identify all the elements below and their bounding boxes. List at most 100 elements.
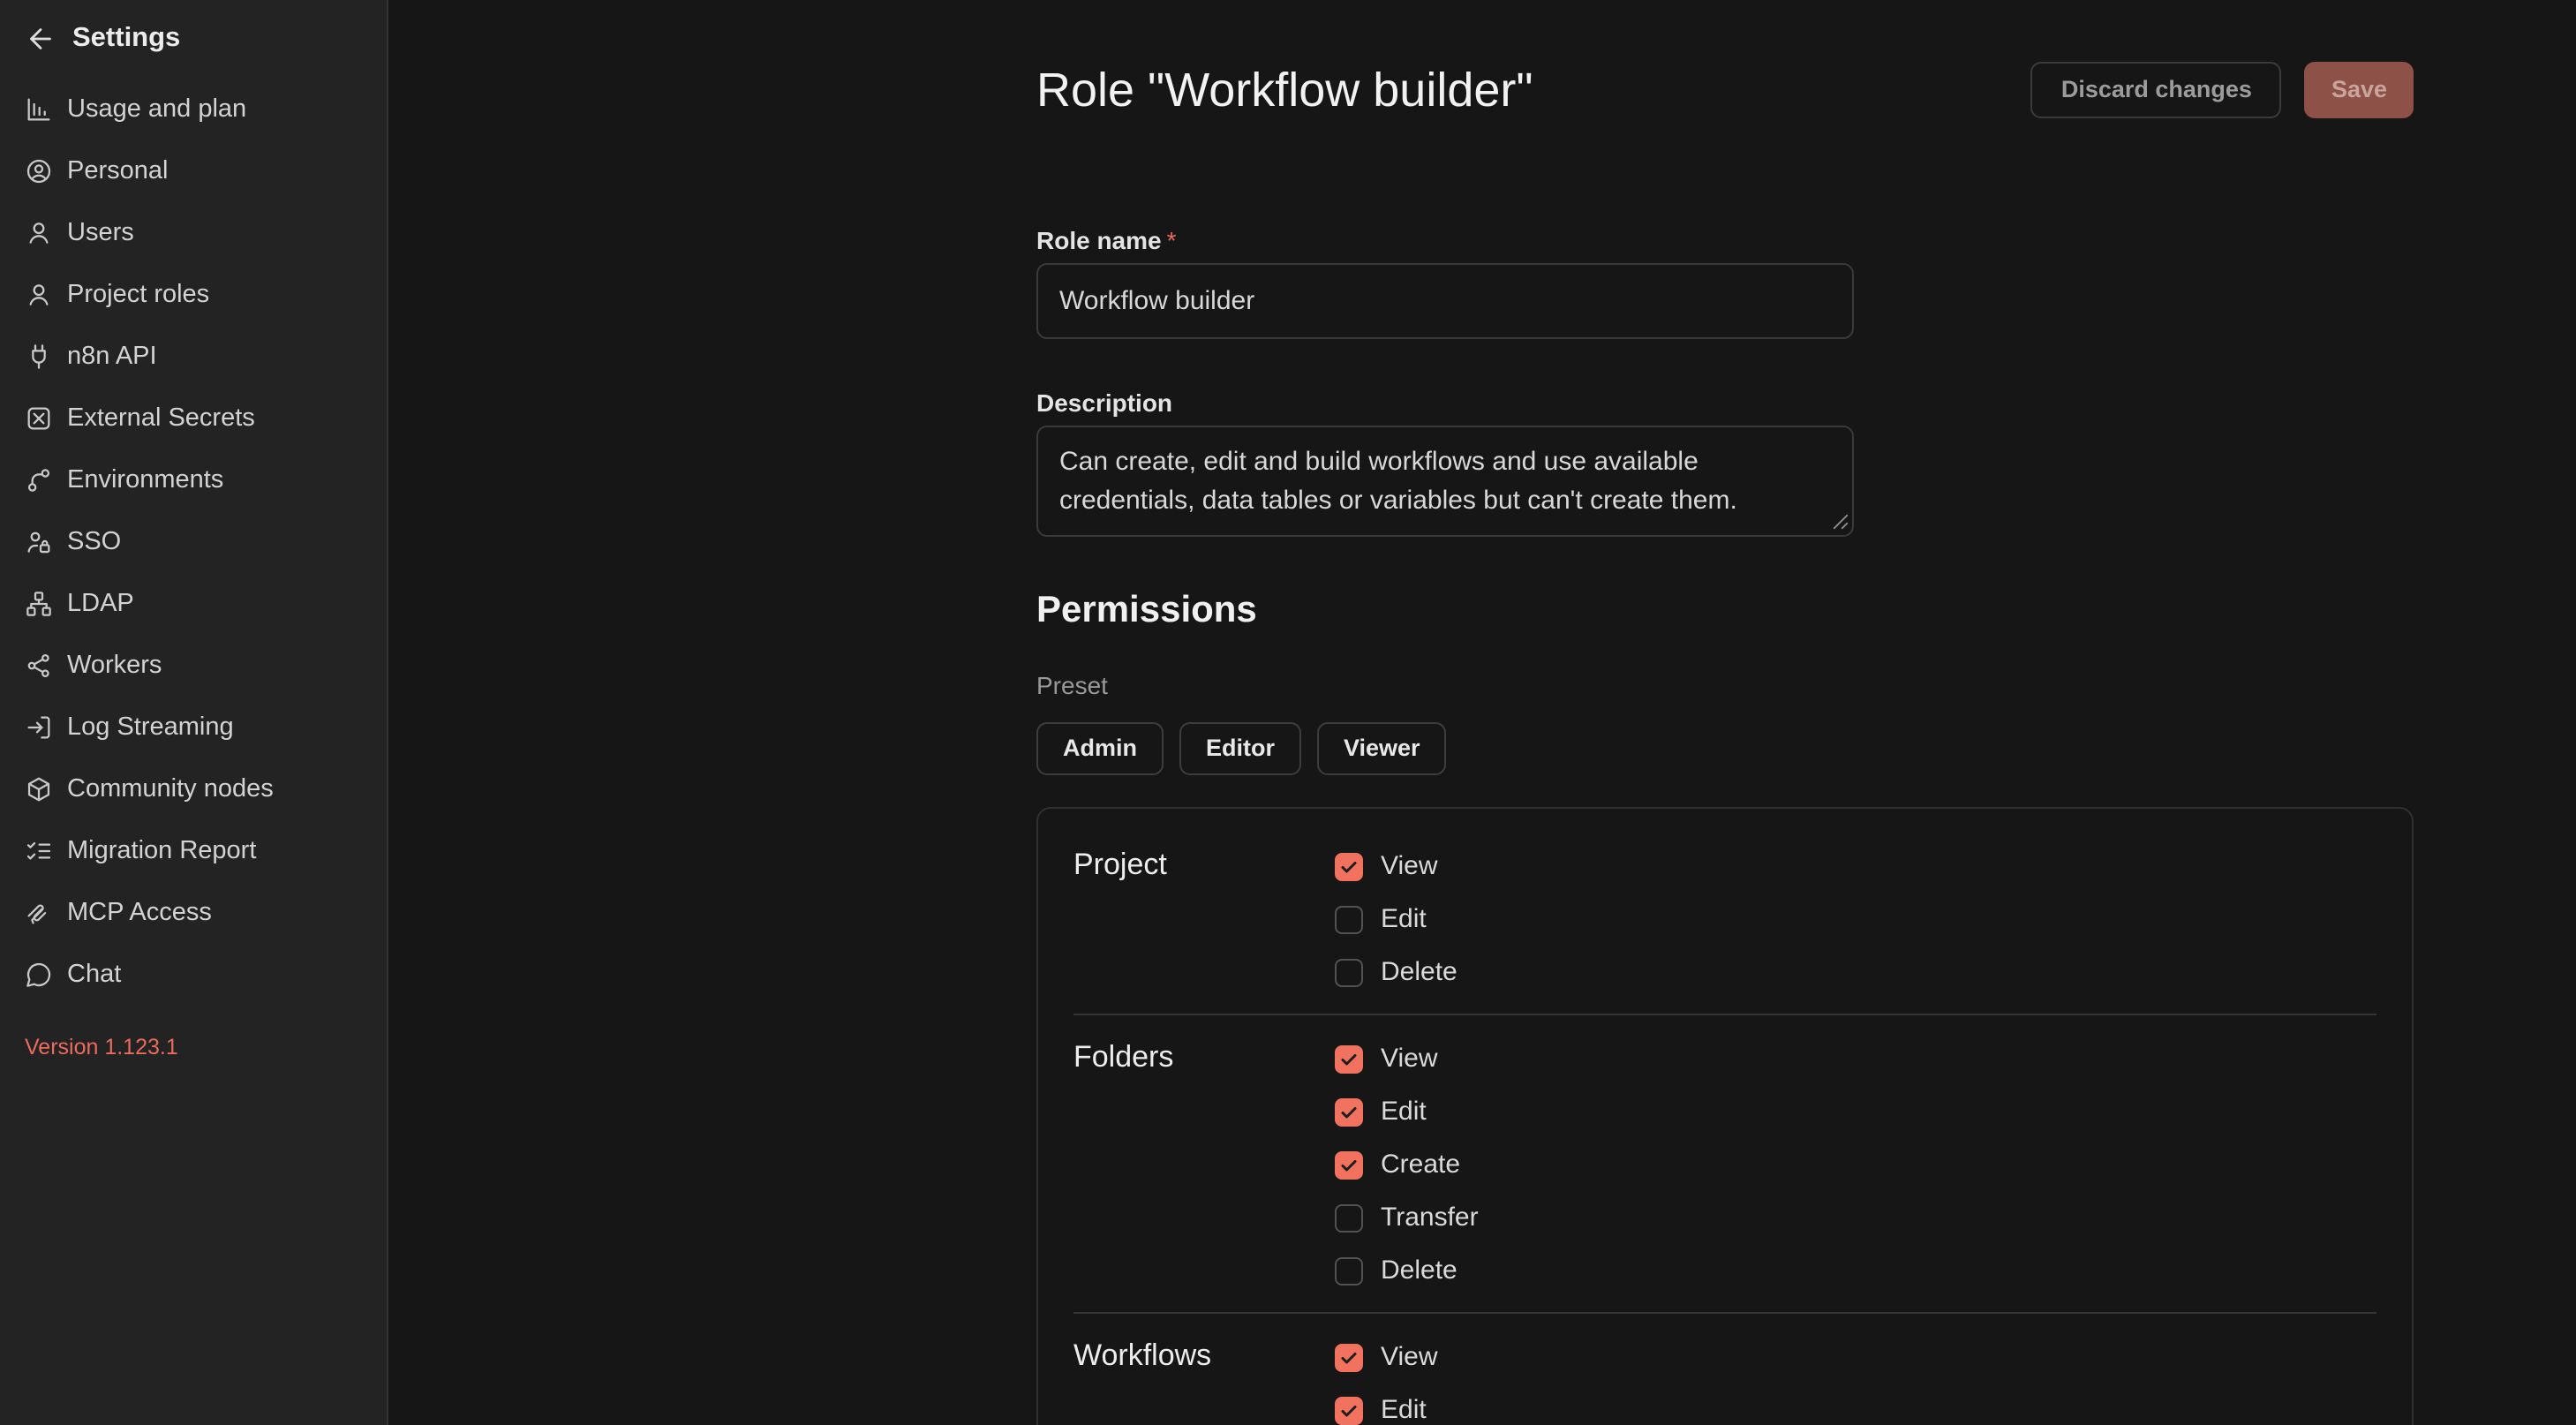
sidebar-item-label: Users xyxy=(67,218,134,246)
perm-label[interactable]: View xyxy=(1381,851,1438,881)
sidebar-title: Settings xyxy=(72,23,180,55)
checkbox-project-edit[interactable] xyxy=(1335,905,1363,933)
sidebar-item-users[interactable]: Users xyxy=(0,201,387,263)
user-circle-icon xyxy=(25,156,53,185)
perm-label[interactable]: Create xyxy=(1381,1150,1460,1180)
preset-buttons: Admin Editor Viewer xyxy=(1036,721,2414,774)
sidebar-item-label: Personal xyxy=(67,156,168,185)
sidebar-item-label: SSO xyxy=(67,527,121,555)
perm-row-project-delete: Delete xyxy=(1335,946,1457,999)
section-name: Folders xyxy=(1073,1032,1335,1297)
perm-label[interactable]: Delete xyxy=(1381,1255,1457,1286)
cube-icon xyxy=(25,774,53,803)
sidebar-item-label: LDAP xyxy=(67,589,134,617)
checkbox-project-delete[interactable] xyxy=(1335,958,1363,986)
sidebar-item-ldap[interactable]: LDAP xyxy=(0,572,387,634)
save-button[interactable]: Save xyxy=(2305,62,2414,118)
user-icon xyxy=(25,218,53,246)
main-area: Role "Workflow builder" Discard changes … xyxy=(388,0,2576,1425)
sidebar-item-community-nodes[interactable]: Community nodes xyxy=(0,758,387,819)
sidebar-menu: Usage and plan Personal Users Project ro… xyxy=(0,78,387,1005)
sidebar-item-chat[interactable]: Chat xyxy=(0,943,387,1005)
description-textarea[interactable]: Can create, edit and build workflows and… xyxy=(1036,426,1854,537)
description-label: Description xyxy=(1036,388,2414,420)
permissions-section-project: Project View Edit Delete xyxy=(1073,840,2376,1013)
sidebar-item-label: External Secrets xyxy=(67,403,255,432)
sidebar-item-label: Environments xyxy=(67,465,223,494)
sidebar-item-label: Log Streaming xyxy=(67,712,234,741)
list-checks-icon xyxy=(25,836,53,864)
sidebar-item-label: Chat xyxy=(67,960,121,988)
perm-label[interactable]: Transfer xyxy=(1381,1203,1479,1233)
sidebar-item-label: Project roles xyxy=(67,280,209,308)
perm-label[interactable]: Edit xyxy=(1381,1395,1427,1425)
sidebar-item-sso[interactable]: SSO xyxy=(0,510,387,572)
checkbox-workflows-view[interactable] xyxy=(1335,1343,1363,1371)
checkbox-folders-view[interactable] xyxy=(1335,1044,1363,1073)
role-name-label: Role name* xyxy=(1036,226,2414,258)
sidebar-item-workers[interactable]: Workers xyxy=(0,634,387,696)
sidebar-item-label: Community nodes xyxy=(67,774,274,803)
permissions-section-folders: Folders View Edit Create xyxy=(1073,1013,2376,1311)
network-nodes-icon xyxy=(25,651,53,679)
preset-admin-button[interactable]: Admin xyxy=(1036,721,1164,774)
plug-icon xyxy=(25,342,53,370)
permissions-section-workflows: Workflows View Edit Create xyxy=(1073,1311,2376,1425)
section-name: Project xyxy=(1073,840,1335,999)
settings-sidebar: Settings Usage and plan Personal Users P… xyxy=(0,0,388,1425)
perm-row-workflows-edit: Edit xyxy=(1335,1384,1460,1425)
sidebar-item-mcp-access[interactable]: MCP Access xyxy=(0,881,387,943)
preset-editor-button[interactable]: Editor xyxy=(1179,721,1301,774)
sidebar-item-n8n-api[interactable]: n8n API xyxy=(0,325,387,387)
perm-label[interactable]: Edit xyxy=(1381,1097,1427,1127)
perm-row-folders-delete: Delete xyxy=(1335,1244,1479,1297)
checkbox-folders-delete[interactable] xyxy=(1335,1256,1363,1285)
checkbox-folders-transfer[interactable] xyxy=(1335,1203,1363,1232)
user-lock-icon xyxy=(25,527,53,555)
sidebar-item-external-secrets[interactable]: External Secrets xyxy=(0,387,387,449)
checkbox-project-view[interactable] xyxy=(1335,852,1363,880)
role-name-input[interactable] xyxy=(1036,263,1854,339)
resize-handle-icon[interactable] xyxy=(1833,514,1849,530)
vault-icon xyxy=(25,403,53,432)
perm-row-project-edit: Edit xyxy=(1335,893,1457,946)
log-in-icon xyxy=(25,712,53,741)
perm-label[interactable]: Delete xyxy=(1381,957,1457,987)
perm-row-folders-edit: Edit xyxy=(1335,1085,1479,1138)
perm-row-folders-create: Create xyxy=(1335,1138,1479,1191)
sidebar-item-label: Workers xyxy=(67,651,162,679)
sidebar-item-label: Migration Report xyxy=(67,836,256,864)
sidebar-item-environments[interactable]: Environments xyxy=(0,449,387,510)
permissions-heading: Permissions xyxy=(1036,590,2414,639)
arrow-left-icon xyxy=(25,23,56,55)
app-window: Settings Usage and plan Personal Users P… xyxy=(0,0,2576,1425)
settings-back-button[interactable]: Settings xyxy=(0,0,387,78)
sidebar-item-project-roles[interactable]: Project roles xyxy=(0,263,387,325)
perm-row-folders-view: View xyxy=(1335,1032,1479,1085)
sidebar-item-log-streaming[interactable]: Log Streaming xyxy=(0,696,387,758)
perm-label[interactable]: View xyxy=(1381,1342,1438,1372)
sidebar-item-usage-and-plan[interactable]: Usage and plan xyxy=(0,78,387,139)
version-label: Version 1.123.1 xyxy=(25,1035,178,1059)
perm-label[interactable]: View xyxy=(1381,1044,1438,1074)
git-branch-icon xyxy=(25,465,53,494)
chat-bubble-icon xyxy=(25,960,53,988)
user-icon xyxy=(25,280,53,308)
perm-row-workflows-view: View xyxy=(1335,1331,1460,1384)
perm-row-project-view: View xyxy=(1335,840,1457,893)
permissions-card: Project View Edit Delete xyxy=(1036,806,2414,1425)
sidebar-item-migration-report[interactable]: Migration Report xyxy=(0,819,387,881)
sidebar-item-personal[interactable]: Personal xyxy=(0,139,387,201)
sidebar-item-label: Usage and plan xyxy=(67,94,246,123)
section-name: Workflows xyxy=(1073,1331,1335,1425)
required-asterisk: * xyxy=(1167,226,1177,254)
perm-label[interactable]: Edit xyxy=(1381,904,1427,934)
perm-row-folders-transfer: Transfer xyxy=(1335,1191,1479,1244)
checkbox-folders-edit[interactable] xyxy=(1335,1097,1363,1126)
checkbox-folders-create[interactable] xyxy=(1335,1150,1363,1179)
checkbox-workflows-edit[interactable] xyxy=(1335,1396,1363,1424)
discard-changes-button[interactable]: Discard changes xyxy=(2031,62,2282,118)
preset-viewer-button[interactable]: Viewer xyxy=(1317,721,1447,774)
hierarchy-icon xyxy=(25,589,53,617)
preset-label: Preset xyxy=(1036,670,2414,702)
